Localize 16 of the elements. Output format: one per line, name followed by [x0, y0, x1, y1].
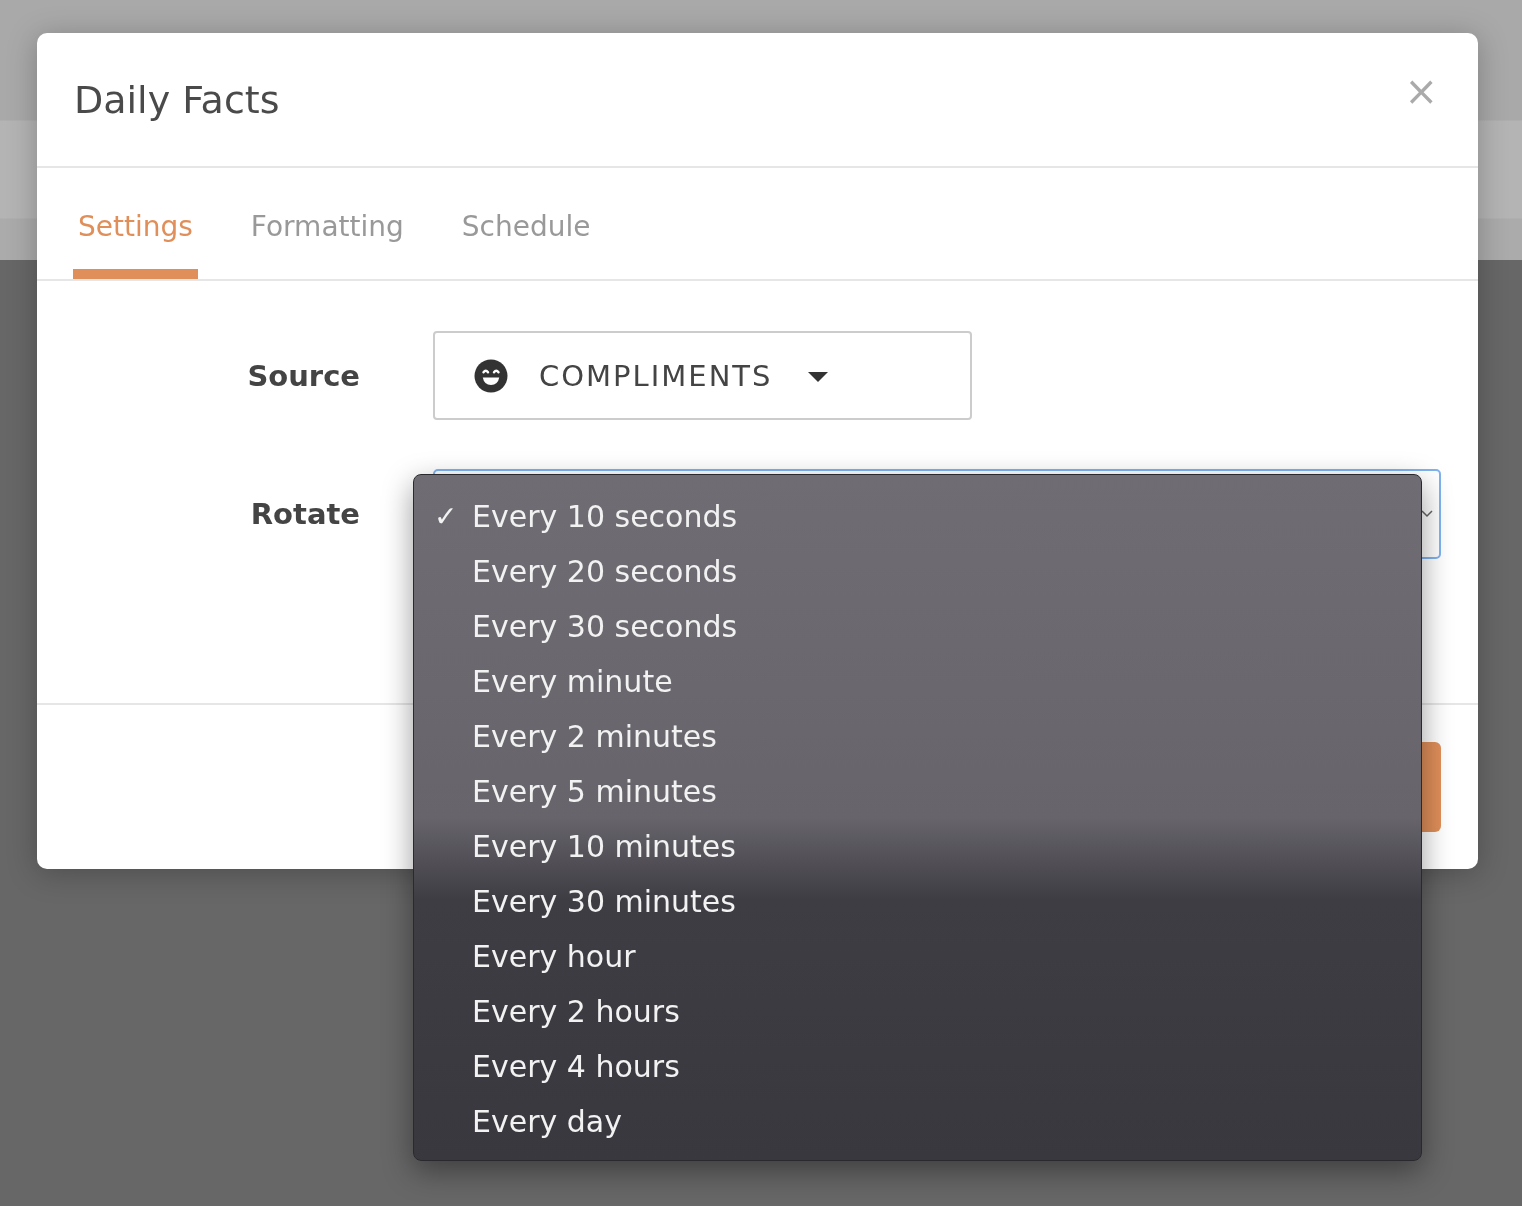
item-label: Every 2 hours: [472, 994, 680, 1029]
item-label: Every day: [472, 1104, 622, 1139]
item-label: Every minute: [472, 664, 673, 699]
item-label: Every 10 seconds: [472, 499, 738, 534]
item-label: Every 2 minutes: [472, 719, 717, 754]
item-label: Every 30 minutes: [472, 884, 736, 919]
check-icon: ✓: [434, 500, 472, 533]
item-label: Every 30 seconds: [472, 609, 738, 644]
item-label: Every 4 hours: [472, 1049, 680, 1084]
item-label: Every 5 minutes: [472, 774, 717, 809]
item-label: Every 20 seconds: [472, 554, 738, 589]
dialog-title: Daily Facts: [74, 77, 280, 122]
item-label: Every 10 minutes: [472, 829, 736, 864]
field-label: Rotate: [249, 497, 360, 531]
item-label: Every hour: [472, 939, 636, 974]
field-label: Source: [246, 358, 360, 393]
